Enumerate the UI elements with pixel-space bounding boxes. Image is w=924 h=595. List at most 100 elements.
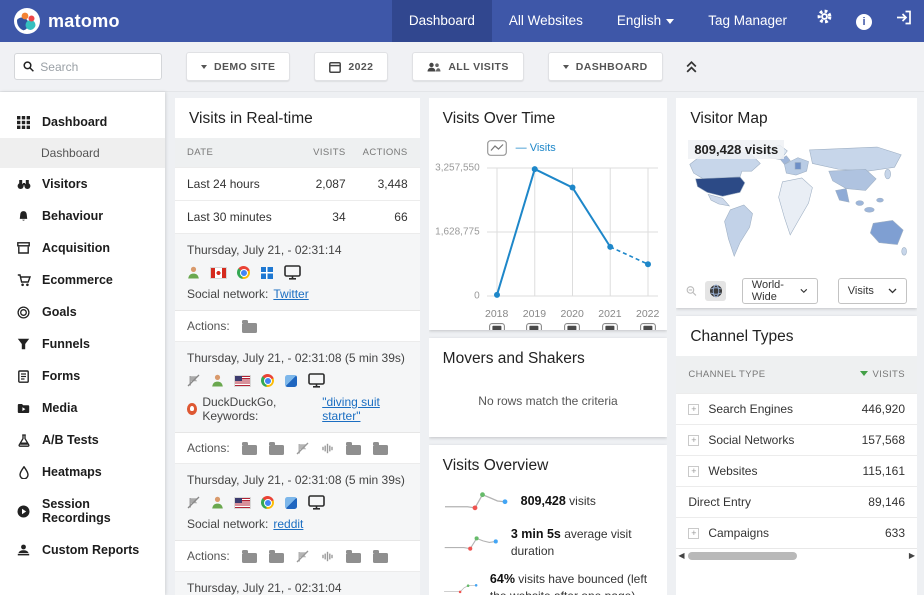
nav-dashboard[interactable]: Dashboard [391, 0, 492, 42]
flag-canada-icon [210, 266, 227, 279]
goal-crossed-icon[interactable] [296, 550, 309, 563]
annotation-bubble-icon[interactable] [488, 323, 505, 330]
folder-icon[interactable] [345, 550, 361, 563]
visits-over-time-chart[interactable]: 0 1,628,775 3,257,550 2018 2019 2020 2021 2022 [435, 162, 659, 330]
dashboard-selector-button[interactable]: DASHBOARD [547, 52, 663, 81]
sign-out-icon[interactable] [884, 0, 924, 42]
caret-down-icon [201, 64, 207, 69]
info-icon[interactable]: i [844, 0, 884, 42]
windows-icon [261, 266, 273, 279]
sidebar-item-dashboard[interactable]: Dashboard [0, 106, 165, 138]
referrer-link[interactable]: Twitter [273, 287, 308, 301]
expand-icon[interactable]: + [688, 527, 700, 539]
expand-icon[interactable]: + [688, 465, 700, 477]
sidebar-item-ecommerce[interactable]: Ecommerce [0, 264, 165, 296]
nav-language-menu[interactable]: English [600, 0, 691, 42]
folder-icon[interactable] [268, 550, 284, 563]
folder-icon[interactable] [241, 320, 257, 333]
x-axis-tick: 2018 [484, 308, 509, 320]
grid-icon [16, 115, 31, 129]
expand-icon[interactable]: + [688, 403, 700, 415]
folder-icon[interactable] [372, 442, 388, 455]
annotation-bubble-icon[interactable] [639, 323, 656, 330]
map-metric-select[interactable]: Visits [837, 278, 907, 304]
empty-state-message: No rows match the criteria [478, 394, 618, 408]
nav-tag-manager[interactable]: Tag Manager [691, 0, 804, 42]
waveform-icon[interactable] [321, 551, 334, 562]
goal-crossed-icon[interactable] [296, 442, 309, 455]
folder-icon[interactable] [372, 550, 388, 563]
bounce-rate-sparkline[interactable] [443, 575, 478, 595]
channel-row-direct-entry[interactable]: Direct Entry 89,146 [676, 486, 917, 517]
avg-duration-sparkline[interactable] [443, 530, 499, 556]
visits-sparkline[interactable] [443, 488, 509, 514]
site-selector-button[interactable]: DEMO SITE [186, 52, 291, 81]
search-input[interactable] [40, 59, 153, 74]
sidebar-subitem-dashboard[interactable]: Dashboard [0, 138, 165, 168]
sidebar-item-heatmaps[interactable]: Heatmaps [0, 456, 165, 488]
nav-all-websites[interactable]: All Websites [492, 0, 600, 42]
export-image-icon[interactable] [486, 140, 507, 156]
chrome-icon [237, 266, 250, 279]
visit-datetime: Thursday, July 21, - 02:31:08 (5 min 39s… [187, 473, 405, 487]
channel-row-websites[interactable]: + Websites 115,161 [676, 455, 917, 486]
matomo-logo[interactable]: matomo [14, 8, 120, 34]
sidebar-item-visitors[interactable]: Visitors [0, 168, 165, 200]
search-box[interactable] [14, 53, 162, 80]
sidebar-item-goals[interactable]: Goals [0, 296, 165, 328]
sidebar-item-custom-reports[interactable]: Custom Reports [0, 534, 165, 566]
visits-over-time-plot [486, 166, 658, 298]
col-header-visits[interactable]: VISITS [294, 147, 346, 158]
horizontal-scrollbar[interactable]: ◀ ▶ [676, 548, 917, 563]
scrollbar-thumb[interactable] [688, 552, 797, 560]
sidebar-item-session-recordings[interactable]: Session Recordings [0, 488, 165, 534]
period-selector-button[interactable]: 2022 [314, 52, 389, 81]
channel-row-social-networks[interactable]: + Social Networks 157,568 [676, 424, 917, 455]
channel-row-campaigns[interactable]: + Campaigns 633 [676, 517, 917, 548]
channel-row-search-engines[interactable]: + Search Engines 446,920 [676, 393, 917, 424]
desktop-icon [308, 495, 325, 510]
col-header-visits[interactable]: VISITS [859, 369, 906, 380]
globe-icon[interactable] [705, 281, 726, 301]
col-header-channel-type[interactable]: CHANNEL TYPE [688, 369, 765, 380]
map-region-select[interactable]: World-Wide [741, 278, 818, 304]
widget-channel-types: Channel Types CHANNEL TYPE VISITS + Searc… [676, 316, 917, 595]
annotation-bubble-icon[interactable] [564, 323, 581, 330]
sidebar-item-acquisition[interactable]: Acquisition [0, 232, 165, 264]
col-header-actions[interactable]: ACTIONS [346, 147, 408, 158]
world-map[interactable]: 809,428 visits [684, 138, 909, 272]
col-header-date[interactable]: DATE [187, 147, 294, 158]
referrer-link[interactable]: reddit [273, 517, 303, 531]
scroll-left-icon[interactable]: ◀ [678, 551, 684, 560]
visitor-icon [212, 496, 223, 509]
selector-toolbar: DEMO SITE 2022 ALL VISITS DASHBOARD [0, 42, 924, 92]
settings-gear-icon[interactable] [804, 0, 844, 42]
caret-down-icon [562, 64, 569, 69]
folder-icon[interactable] [268, 442, 284, 455]
annotation-bubble-icon[interactable] [526, 323, 543, 330]
legend-visits[interactable]: — Visits [516, 142, 556, 154]
actions-label: Actions: [187, 549, 230, 563]
sidebar-item-forms[interactable]: Forms [0, 360, 165, 392]
sidebar-item-behaviour[interactable]: Behaviour [0, 200, 165, 232]
waveform-icon[interactable] [321, 443, 334, 454]
zoom-out-icon[interactable] [686, 283, 697, 299]
expand-icon[interactable]: + [688, 434, 700, 446]
folder-icon[interactable] [241, 442, 257, 455]
referrer-link[interactable]: "diving suit starter" [322, 395, 407, 423]
widget-visits-in-real-time: Visits in Real-time DATE VISITS ACTIONS … [175, 98, 420, 595]
annotation-bubble-icon[interactable] [601, 323, 618, 330]
folder-icon[interactable] [241, 550, 257, 563]
sort-desc-icon [859, 371, 868, 376]
segment-selector-button[interactable]: ALL VISITS [412, 52, 524, 81]
sidebar-item-funnels[interactable]: Funnels [0, 328, 165, 360]
sidebar-item-media[interactable]: Media [0, 392, 165, 424]
visitor-log-entry: Thursday, July 21, - 02:31:08 (5 min 39s… [175, 463, 420, 540]
collapse-chevrons-icon[interactable] [685, 60, 698, 73]
scroll-right-icon[interactable]: ▶ [909, 551, 915, 560]
sidebar-item-ab-tests[interactable]: A/B Tests [0, 424, 165, 456]
widget-visitor-map: Visitor Map 809,428 visits World-Wide Vi… [676, 98, 917, 308]
visitor-log-entry: Thursday, July 21, - 02:31:08 (5 min 39s… [175, 341, 420, 432]
archive-icon [16, 242, 31, 254]
folder-icon[interactable] [345, 442, 361, 455]
